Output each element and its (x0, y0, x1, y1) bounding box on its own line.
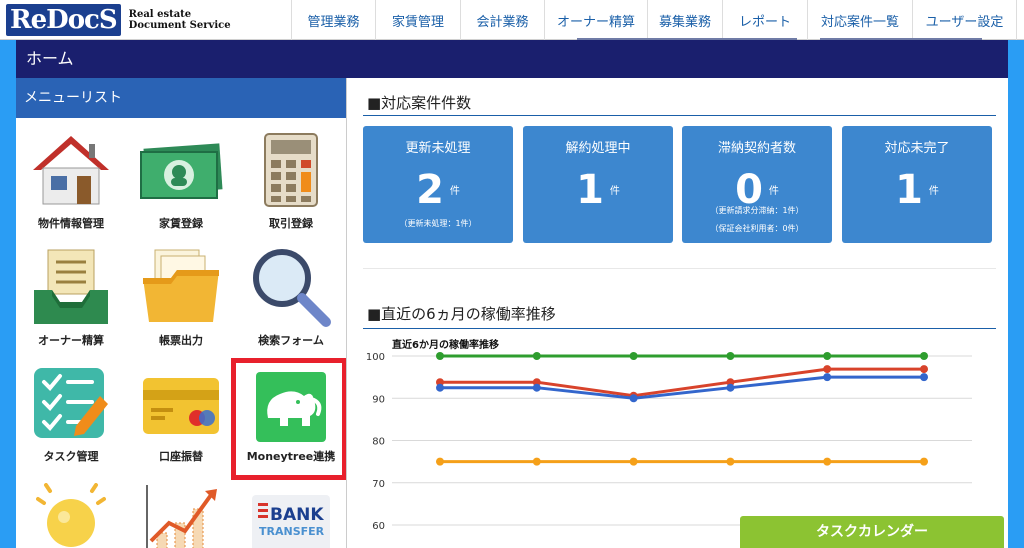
utilization-section-title: ■直近の6ヵ月の稼働率推移 (367, 305, 556, 323)
series-point-2[interactable] (532, 383, 541, 392)
calculator-icon (264, 133, 318, 207)
nav-item-rent[interactable]: 家賃管理 (375, 0, 460, 40)
house-icon (33, 136, 109, 205)
growth-chart-icon (146, 485, 217, 548)
menu-tile-bank-transfer[interactable]: BANK TRANSFER (236, 483, 346, 548)
menu-tile-label: 取引登録 (269, 217, 313, 230)
nav-item-owner-settlement[interactable]: オーナー精算 (544, 0, 647, 40)
series-point-2[interactable] (920, 373, 928, 382)
menu-tile-account-transfer[interactable]: 口座振替 (126, 362, 236, 467)
series-point-0[interactable] (726, 352, 735, 360)
menu-tile-property[interactable]: 物件情報管理 (16, 130, 126, 235)
menu-tile-task-management[interactable]: タスク管理 (16, 362, 126, 467)
menu-tile-transaction[interactable]: 取引登録 (236, 130, 346, 235)
lightbulb-icon (36, 483, 106, 547)
menu-tile-report-output[interactable]: 帳票出力 (126, 246, 236, 351)
menu-tile-label: タスク管理 (43, 450, 99, 463)
menu-list: メニューリスト 物件情報管理 家賃登録 取引登録 オーナー精算 帳票出力 検索フ… (16, 78, 347, 548)
case-card-incomplete[interactable]: 対応未完了 1件 (842, 126, 992, 243)
bank-transfer-icon: BANK TRANSFER (252, 495, 330, 548)
transfer-icon-text: TRANSFER (259, 525, 325, 538)
nav-item-accounting[interactable]: 会計業務 (460, 0, 544, 40)
series-point-3[interactable] (436, 457, 444, 466)
case-card-count: 2件 (416, 167, 460, 213)
series-point-0[interactable] (823, 352, 832, 360)
magnifier-icon (253, 249, 331, 327)
y-tick-label: 90 (372, 394, 385, 405)
case-card-arrears[interactable]: 滞納契約者数 0件 （更新請求分滞納：1件） （保証会社利用者：0件） (682, 126, 832, 243)
menu-tile-growth[interactable] (126, 483, 236, 548)
section-underline (363, 115, 996, 116)
series-point-2[interactable] (436, 383, 444, 392)
banknote-icon (140, 143, 223, 199)
task-calendar-button[interactable]: タスクカレンダー (740, 516, 1004, 548)
credit-card-icon (143, 378, 219, 434)
menu-tile-label: オーナー精算 (38, 334, 104, 347)
menu-tile-label: 家賃登録 (159, 217, 203, 230)
menu-tile-idea[interactable] (16, 483, 126, 548)
inbox-tray-icon (34, 249, 108, 324)
folder-icon (143, 249, 219, 322)
page-title: ホーム (16, 40, 1008, 78)
menu-tile-label: 帳票出力 (159, 334, 203, 347)
menu-tile-label: 検索フォーム (258, 334, 324, 347)
y-tick-label: 100 (366, 352, 385, 363)
series-point-3[interactable] (629, 457, 638, 466)
nav-item-user-settings[interactable]: ユーザー設定 (912, 0, 1017, 40)
cases-section-title: ■対応案件件数 (367, 94, 472, 112)
series-point-3[interactable] (532, 457, 541, 466)
y-tick-label: 70 (372, 479, 385, 490)
series-point-0[interactable] (436, 352, 444, 360)
series-point-3[interactable] (920, 457, 928, 466)
series-point-2[interactable] (629, 394, 638, 403)
case-card-count: 1件 (576, 167, 620, 213)
bank-icon-text: BANK (270, 505, 324, 525)
menu-tile-search-form[interactable]: 検索フォーム (236, 246, 346, 351)
menu-tile-owner-settlement[interactable]: オーナー精算 (16, 246, 126, 351)
series-point-2[interactable] (823, 373, 832, 382)
series-point-1[interactable] (823, 365, 832, 374)
series-point-3[interactable] (823, 457, 832, 466)
menu-tile-rent[interactable]: 家賃登録 (126, 130, 236, 235)
nav-item-case-list[interactable]: 対応案件一覧 (807, 0, 912, 40)
menu-tile-label: 物件情報管理 (38, 217, 104, 230)
case-card-cancellation[interactable]: 解約処理中 1件 (523, 126, 673, 243)
nav-item-report[interactable]: レポート (722, 0, 807, 40)
menu-list-header: メニューリスト (16, 78, 346, 118)
case-card-title: 滞納契約者数 (717, 141, 796, 156)
nav-item-recruitment[interactable]: 募集業務 (647, 0, 722, 40)
series-point-0[interactable] (920, 352, 928, 360)
section-divider (363, 268, 996, 269)
top-header: ReDocS Real estate Document Service 管理業務… (0, 0, 1024, 40)
nav-item-management[interactable]: 管理業務 (291, 0, 375, 40)
case-card-title: 対応未完了 (884, 141, 950, 156)
case-card-renewal[interactable]: 更新未処理 2件 （更新未処理：1件） (363, 126, 513, 243)
y-tick-label: 80 (372, 437, 385, 448)
logo-mark: ReDocS (6, 4, 121, 36)
series-point-2[interactable] (726, 383, 735, 392)
moneytree-highlight-frame (231, 358, 346, 480)
logo-tagline: Real estate Document Service (128, 9, 231, 31)
series-point-1[interactable] (920, 365, 928, 374)
section-underline (363, 328, 996, 329)
main-nav: 管理業務 家賃管理 会計業務 オーナー精算 募集業務 レポート 対応案件一覧 ユ… (291, 0, 1017, 40)
case-card-note: （保証会社利用者：0件） (710, 224, 804, 233)
case-card-count: 1件 (895, 167, 939, 213)
checklist-icon (34, 368, 108, 438)
menu-tile-label: 口座振替 (159, 450, 203, 463)
series-point-3[interactable] (726, 457, 735, 466)
case-card-title: 解約処理中 (565, 141, 631, 156)
series-point-0[interactable] (629, 352, 638, 360)
redocs-logo[interactable]: ReDocS Real estate Document Service (6, 4, 231, 36)
case-card-title: 更新未処理 (405, 141, 471, 156)
series-point-0[interactable] (532, 352, 541, 360)
main-content: ■対応案件件数 更新未処理 2件 （更新未処理：1件） 解約処理中 1件 滞納契… (347, 78, 1008, 548)
case-card-note: （更新請求分滞納：1件） (710, 206, 804, 215)
case-card-note: （更新未処理：1件） (399, 219, 477, 228)
y-tick-label: 60 (372, 521, 385, 532)
